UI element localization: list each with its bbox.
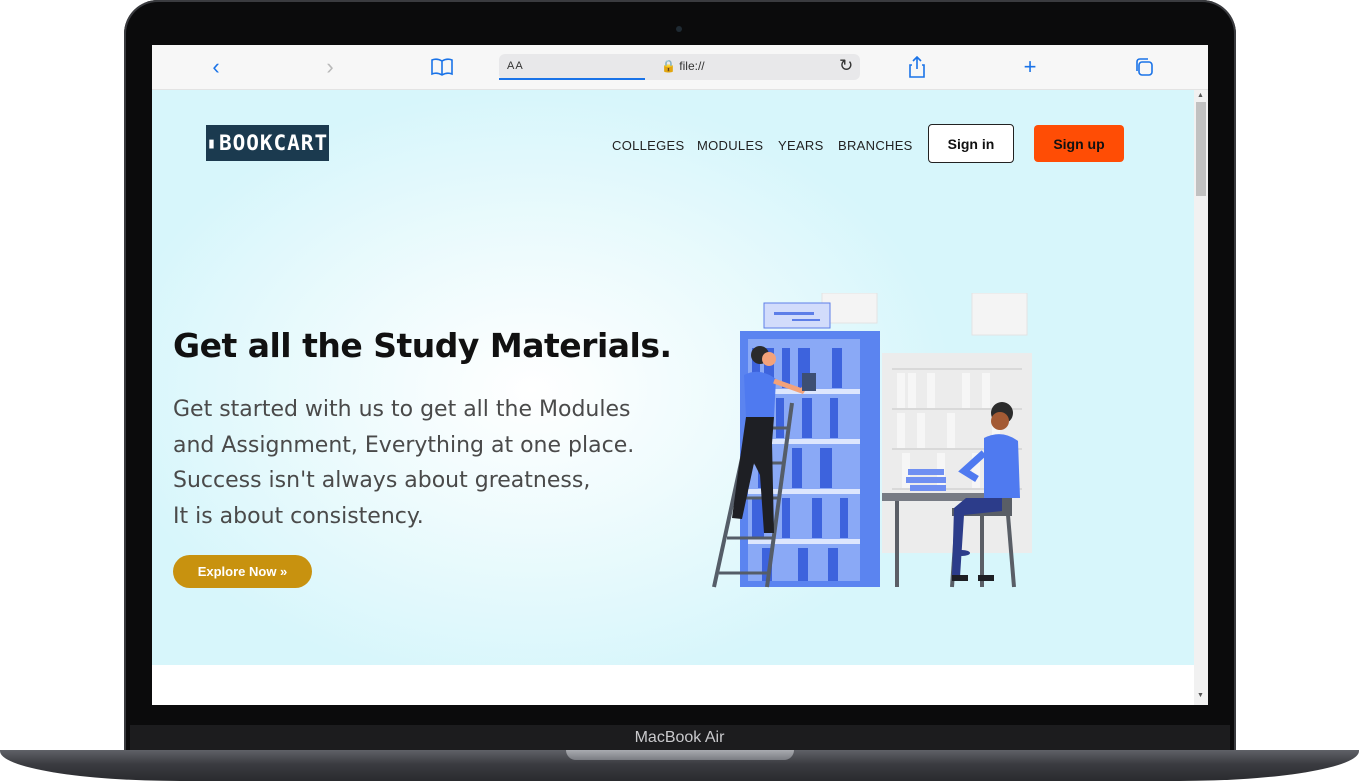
browser-screen: ‹ › AA 🔒 file:// ↻ + ▮ BOOKCART COLLEGES… bbox=[152, 45, 1208, 705]
book-icon[interactable] bbox=[430, 55, 454, 79]
scrollbar-thumb[interactable] bbox=[1196, 102, 1206, 196]
hero-description: Get started with us to get all the Modul… bbox=[173, 392, 634, 534]
device-label: MacBook Air bbox=[634, 729, 725, 746]
laptop-notch bbox=[566, 750, 794, 760]
sign-in-button[interactable]: Sign in bbox=[928, 124, 1014, 163]
logo-text: BOOKCART bbox=[218, 131, 329, 155]
reload-icon[interactable]: ↻ bbox=[839, 56, 853, 76]
nav-branches[interactable]: BRANCHES bbox=[838, 138, 913, 153]
sign-up-button[interactable]: Sign up bbox=[1034, 125, 1124, 162]
url-text: 🔒 file:// bbox=[661, 59, 705, 73]
chevron-left-icon[interactable]: ‹ bbox=[204, 54, 228, 79]
url-value: file:// bbox=[679, 59, 705, 73]
share-icon[interactable] bbox=[905, 55, 929, 79]
nav-years[interactable]: YEARS bbox=[778, 138, 824, 153]
book-icon: ▮ bbox=[206, 134, 217, 152]
tabs-icon[interactable] bbox=[1132, 55, 1156, 79]
library-illustration bbox=[712, 293, 1032, 588]
hero-line: and Assignment, Everything at one place. bbox=[173, 432, 635, 458]
hero-headline: Get all the Study Materials. bbox=[173, 326, 672, 365]
hero-line: Success isn't always about greatness, bbox=[173, 468, 591, 493]
address-bar[interactable]: AA 🔒 file:// ↻ bbox=[499, 54, 860, 80]
page-scrollbar[interactable]: ▲ ▼ bbox=[1194, 90, 1208, 705]
scroll-down-icon[interactable]: ▼ bbox=[1197, 692, 1204, 699]
nav-modules[interactable]: MODULES bbox=[697, 138, 763, 153]
web-page: ▮ BOOKCART COLLEGES MODULES YEARS BRANCH… bbox=[152, 90, 1194, 705]
scroll-up-icon[interactable]: ▲ bbox=[1197, 92, 1204, 99]
camera-dot bbox=[676, 26, 682, 32]
hero-section: ▮ BOOKCART COLLEGES MODULES YEARS BRANCH… bbox=[152, 90, 1194, 665]
plus-icon[interactable]: + bbox=[1018, 54, 1042, 79]
browser-toolbar: ‹ › AA 🔒 file:// ↻ + bbox=[152, 45, 1208, 90]
lock-icon: 🔒 bbox=[661, 59, 676, 73]
text-size-button[interactable]: AA bbox=[507, 60, 524, 72]
chevron-right-icon[interactable]: › bbox=[318, 54, 342, 79]
explore-now-button[interactable]: Explore Now » bbox=[173, 555, 312, 588]
bookcart-logo[interactable]: ▮ BOOKCART bbox=[206, 125, 329, 161]
nav-colleges[interactable]: COLLEGES bbox=[612, 138, 684, 153]
hero-line: It is about consistency. bbox=[173, 503, 424, 529]
load-progress-bar bbox=[499, 78, 645, 80]
hero-line: Get started with us to get all the Modul… bbox=[173, 397, 631, 422]
